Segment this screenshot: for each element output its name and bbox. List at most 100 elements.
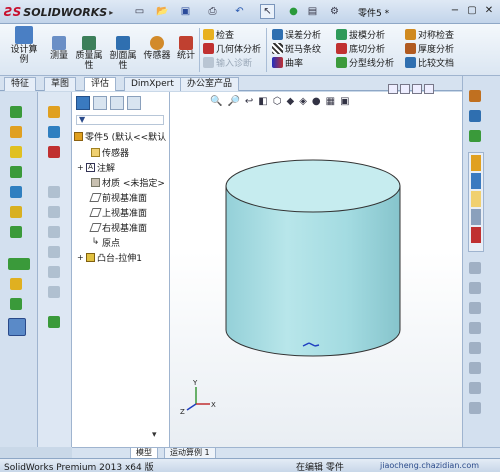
undercut-analysis-button[interactable]: 底切分析 (336, 41, 394, 55)
tree-item-annotations[interactable]: + A 注解 (77, 161, 115, 174)
check-button[interactable]: 检查 (203, 27, 261, 41)
zebra-stripes-button[interactable]: 斑马条纹 (272, 41, 321, 55)
geometry-analysis-button[interactable]: 几何体分析 (203, 41, 261, 55)
right-tool-icon[interactable] (469, 402, 481, 414)
tab-office-products[interactable]: 办公室产品 (180, 77, 240, 91)
tree-item-label: 前视基准面 (102, 194, 148, 204)
tab-dimxpert[interactable]: DimXpert (124, 77, 181, 91)
right-tool-icon[interactable] (469, 322, 481, 334)
curvature-button[interactable]: 曲率 (272, 55, 321, 69)
design-study-button[interactable]: 设计算 例 (8, 26, 40, 65)
solidworks-logo[interactable]: ƧS SOLIDWORKS ▸ (4, 5, 113, 19)
tab-sketch[interactable]: 草图 (44, 77, 77, 91)
reference-geometry-icon[interactable] (10, 278, 22, 290)
configuration-manager-tab-icon[interactable] (110, 96, 124, 110)
sketch-tool-icon[interactable] (10, 106, 22, 118)
rectangle-tool-icon[interactable] (48, 126, 60, 138)
thickness-analysis-button[interactable]: 厚度分析 (405, 41, 454, 55)
arc-tool-icon[interactable] (48, 186, 60, 198)
mirror-tool-icon[interactable] (48, 266, 60, 278)
instant3d-icon[interactable] (8, 318, 26, 336)
print-icon[interactable]: ⎙ (205, 4, 220, 19)
curvature-icon (272, 56, 283, 68)
tree-item-sensors[interactable]: 传感器 (82, 146, 129, 159)
tree-filter-icon[interactable]: ▼ (76, 115, 164, 125)
curves-tool-icon[interactable] (10, 298, 22, 310)
tree-item-material[interactable]: 材质 <未指定> (82, 176, 165, 189)
save-icon[interactable]: ▣ (178, 4, 193, 19)
import-diagnostics-button[interactable]: 输入诊断 (203, 55, 261, 69)
right-tool-icon[interactable] (469, 110, 481, 122)
offset-tool-icon[interactable] (48, 246, 60, 258)
maximize-icon[interactable]: ▢ (465, 3, 479, 17)
new-doc-icon[interactable]: ▭ (132, 4, 147, 19)
tree-item-boss-extrude[interactable]: + 凸台-拉伸1 (77, 251, 142, 264)
circle-tool-icon[interactable] (48, 146, 60, 158)
view-palette-tab-icon[interactable] (471, 209, 481, 225)
right-tool-icon[interactable] (469, 262, 481, 274)
fillet-tool-icon[interactable] (10, 206, 22, 218)
cylinder-body[interactable] (225, 159, 401, 357)
property-manager-tab-icon[interactable] (93, 96, 107, 110)
design-library-tab-icon[interactable] (471, 173, 481, 189)
statistics-button[interactable]: 统计 (176, 36, 196, 61)
cylinder-top-face[interactable] (225, 159, 401, 213)
tab-features[interactable]: 特征 (4, 77, 37, 91)
draft-analysis-button[interactable]: 拔模分析 (336, 27, 394, 41)
sweep-tool-icon[interactable] (10, 166, 22, 178)
relations-tool-icon[interactable] (48, 316, 60, 328)
undo-icon[interactable]: ↶ (232, 4, 247, 19)
right-tool-icon[interactable] (469, 342, 481, 354)
pattern-tool-icon[interactable] (8, 258, 30, 270)
feature-manager-tab-icon[interactable] (76, 96, 90, 110)
properties-icon[interactable]: ▤ (305, 4, 320, 19)
tree-root-label: 零件5 (默认<<默认 (85, 133, 167, 143)
expander[interactable]: + (77, 253, 84, 262)
select-pointer-icon[interactable]: ↖ (260, 4, 275, 19)
tree-item-front-plane[interactable]: 前视基准面 (82, 191, 147, 204)
loft-tool-icon[interactable] (10, 186, 22, 198)
spline-tool-icon[interactable] (48, 206, 60, 218)
file-explorer-tab-icon[interactable] (471, 191, 481, 207)
tree-item-right-plane[interactable]: 右视基准面 (82, 221, 147, 234)
revolve-tool-icon[interactable] (10, 146, 22, 158)
tree-root[interactable]: 零件5 (默认<<默认 (74, 130, 166, 143)
chamfer-tool-icon[interactable] (10, 226, 22, 238)
tree-item-label: 凸台-拉伸1 (97, 254, 142, 264)
mass-properties-label: 质量属 性 (75, 51, 103, 71)
resources-tab-icon[interactable] (471, 155, 481, 171)
compare-documents-button[interactable]: 比较文档 (405, 55, 454, 69)
close-icon[interactable]: ✕ (482, 3, 496, 17)
appearances-tab-icon[interactable] (471, 227, 481, 243)
measure-button[interactable]: 测量 (46, 36, 72, 61)
tree-item-top-plane[interactable]: 上视基准面 (82, 206, 147, 219)
right-tool-icon[interactable] (469, 130, 481, 142)
parting-line-analysis-button[interactable]: 分型线分析 (336, 55, 394, 69)
right-tool-icon[interactable] (469, 282, 481, 294)
trim-tool-icon[interactable] (48, 226, 60, 238)
open-folder-icon[interactable]: 📂 (155, 4, 170, 19)
traffic-light-icon[interactable]: ● (286, 4, 301, 19)
dimension-tool-icon[interactable] (48, 286, 60, 298)
right-tool-icon[interactable] (469, 302, 481, 314)
symmetry-check-button[interactable]: 对称检查 (405, 27, 454, 41)
compare-documents-label: 比较文档 (418, 58, 455, 69)
expander[interactable]: + (77, 163, 84, 172)
section-properties-button[interactable]: 剖面属 性 (108, 36, 138, 71)
graphics-area[interactable]: 🔍 🔎 ↩ ◧ ⬡ ◆ ◈ ● ▦ ▣ Y X Z (170, 84, 462, 447)
right-tool-icon[interactable] (469, 362, 481, 374)
line-tool-icon[interactable] (48, 106, 60, 118)
mass-properties-button[interactable]: 质量属 性 (74, 36, 104, 71)
task-pane-arrow-icon[interactable] (469, 90, 481, 102)
extrude-tool-icon[interactable] (10, 126, 22, 138)
minimize-icon[interactable]: − (448, 3, 462, 17)
tab-evaluate[interactable]: 评估 (84, 77, 117, 91)
options-gear-icon[interactable]: ⚙ (327, 4, 342, 19)
sensors-folder-icon (91, 148, 100, 157)
dimxpert-manager-tab-icon[interactable] (127, 96, 141, 110)
sensor-button[interactable]: 传感器 (142, 36, 172, 61)
deviation-analysis-button[interactable]: 误差分析 (272, 27, 321, 41)
collapse-arrow-icon[interactable]: ▾ (152, 430, 157, 440)
tree-item-origin[interactable]: ↳ 原点 (82, 236, 120, 250)
right-tool-icon[interactable] (469, 382, 481, 394)
